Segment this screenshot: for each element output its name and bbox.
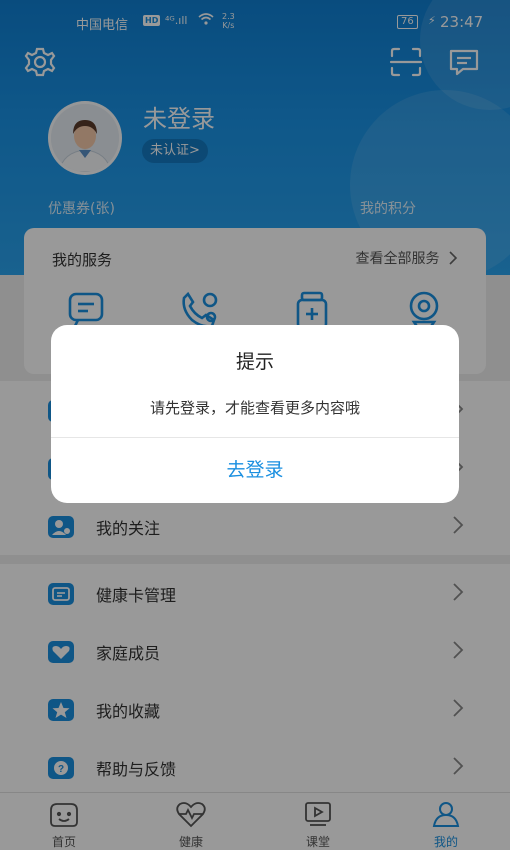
login-prompt-dialog: 提示 请先登录，才能查看更多内容哦 去登录 — [51, 325, 459, 503]
dialog-title: 提示 — [235, 351, 274, 373]
go-login-button[interactable]: 去登录 — [51, 438, 459, 503]
dialog-message: 请先登录，才能查看更多内容哦 — [149, 399, 360, 417]
